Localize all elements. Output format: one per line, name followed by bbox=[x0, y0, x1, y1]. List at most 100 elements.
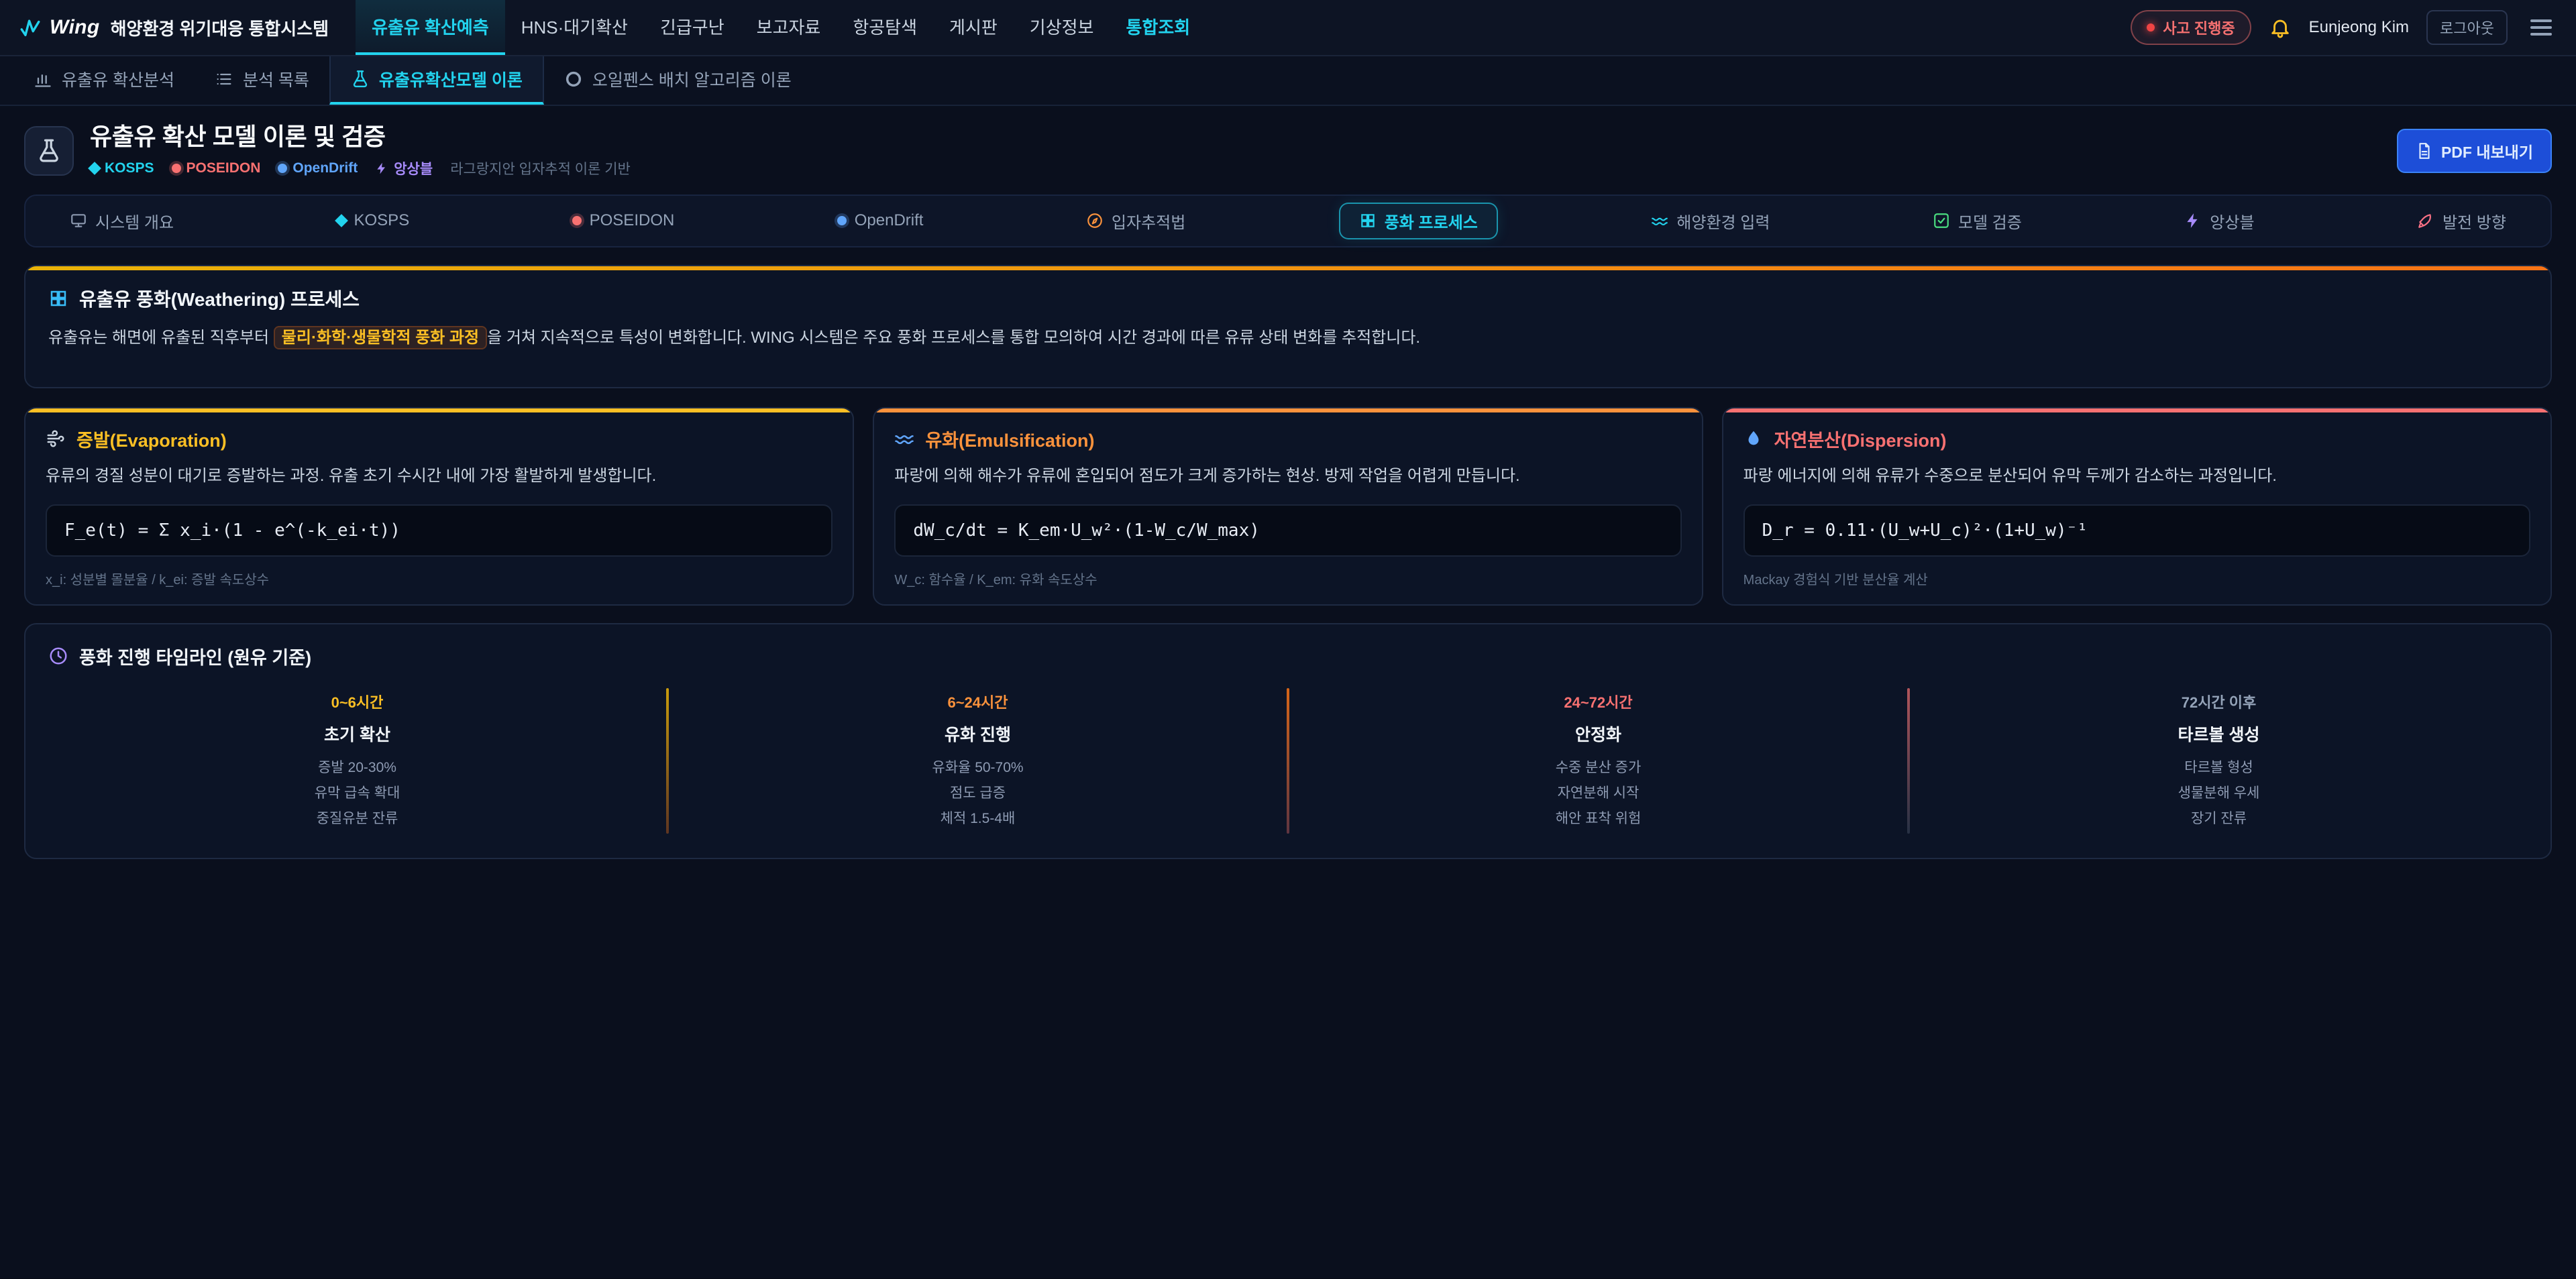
flask-icon bbox=[36, 138, 62, 164]
app-root: Wing 해양환경 위기대응 통합시스템 유출유 확산예측 HNS·대기확산 긴… bbox=[0, 0, 2576, 1278]
badge-opendrift: OpenDrift bbox=[278, 160, 358, 176]
section-tab-system-overview[interactable]: 시스템 개요 bbox=[60, 203, 183, 239]
formula-box: D_r = 0.11·(U_w+U_c)²·(1+U_w)⁻¹ bbox=[1743, 504, 2530, 557]
stage-items: 타르볼 형성 생물분해 우세 장기 잔류 bbox=[1923, 755, 2514, 831]
badge-ensemble: 앙상블 bbox=[375, 158, 433, 178]
dot-icon bbox=[572, 216, 582, 225]
stage-items: 유화율 50-70% 점도 급증 체적 1.5-4배 bbox=[682, 755, 1273, 831]
nav-item-hns-atmospheric[interactable]: HNS·대기확산 bbox=[505, 0, 644, 55]
flask-icon bbox=[351, 70, 370, 89]
stage-name: 타르볼 생성 bbox=[1923, 722, 2514, 746]
grid-icon bbox=[1359, 212, 1377, 229]
weathering-intro-panel: 유출유 풍화(Weathering) 프로세스 유출유는 해면에 유출된 직후부… bbox=[24, 265, 2552, 388]
tab-oil-fence-algorithm-theory[interactable]: 오일펜스 배치 알고리즘 이론 bbox=[544, 56, 812, 105]
main-nav: 유출유 확산예측 HNS·대기확산 긴급구난 보고자료 항공탐색 게시판 기상정… bbox=[356, 0, 1206, 55]
section-tab-weathering-process[interactable]: 풍화 프로세스 bbox=[1339, 203, 1498, 239]
badge-kosps: KOSPS bbox=[90, 160, 154, 176]
pdf-export-button[interactable]: PDF 내보내기 bbox=[2397, 129, 2552, 173]
tab-spill-analysis[interactable]: 유출유 확산분석 bbox=[13, 56, 195, 105]
section-tab-kosps[interactable]: KOSPS bbox=[327, 205, 419, 237]
formula-box: dW_c/dt = K_em·U_w²·(1-W_c/W_max) bbox=[894, 504, 1681, 557]
diamond-icon bbox=[335, 214, 348, 227]
app-logo[interactable]: Wing bbox=[19, 0, 100, 55]
card-dispersion: 자연분산(Dispersion) 파랑 에너지에 의해 유류가 수중으로 분산되… bbox=[1722, 407, 2552, 606]
timeline-title: 풍화 진행 타임라인 (원유 기준) bbox=[48, 643, 2528, 669]
tab-analysis-list[interactable]: 분석 목록 bbox=[195, 56, 329, 105]
section-tab-particle-tracking[interactable]: 입자추적법 bbox=[1077, 203, 1195, 239]
ring-icon bbox=[564, 70, 583, 89]
grid-icon bbox=[48, 288, 68, 309]
section-tab-future-direction[interactable]: 발전 방향 bbox=[2408, 203, 2516, 239]
stage-time: 72시간 이후 bbox=[1923, 691, 2514, 712]
wind-icon bbox=[46, 429, 66, 449]
timeline-stage-initial-spread: 0~6시간 초기 확산 증발 20-30% 유막 급속 확대 중질유분 잔류 bbox=[48, 688, 666, 834]
formula-box: F_e(t) = Σ x_i·(1 - e^(-k_ei·t)) bbox=[46, 504, 833, 557]
page-icon-box bbox=[24, 126, 74, 176]
timeline-stage-tarball: 72시간 이후 타르볼 생성 타르볼 형성 생물분해 우세 장기 잔류 bbox=[1910, 688, 2528, 834]
card-description: 유류의 경질 성분이 대기로 증발하는 과정. 유출 초기 수시간 내에 가장 … bbox=[46, 464, 833, 488]
bolt-icon bbox=[375, 162, 388, 175]
section-tab-model-validation[interactable]: 모델 검증 bbox=[1923, 203, 2031, 239]
stage-name: 안정화 bbox=[1303, 722, 1894, 746]
dot-icon bbox=[172, 164, 181, 173]
nav-item-oil-spill-prediction[interactable]: 유출유 확산예측 bbox=[356, 0, 505, 55]
formula-footnote: Mackay 경험식 기반 분산율 계산 bbox=[1743, 569, 2530, 588]
list-icon bbox=[215, 70, 233, 89]
incident-dot-icon bbox=[2147, 23, 2155, 32]
nav-item-emergency-rescue[interactable]: 긴급구난 bbox=[644, 0, 741, 55]
clock-icon bbox=[48, 646, 68, 666]
notification-bell-button[interactable] bbox=[2269, 16, 2292, 39]
incident-status-badge[interactable]: 사고 진행중 bbox=[2131, 10, 2251, 45]
nav-item-aerial-search[interactable]: 항공탐색 bbox=[837, 0, 933, 55]
tab-label: 분석 목록 bbox=[243, 67, 309, 91]
card-description: 파랑에 의해 해수가 유류에 혼입되어 점도가 크게 증가하는 현상. 방제 작… bbox=[894, 464, 1681, 488]
chart-icon bbox=[34, 70, 52, 89]
tab-diffusion-model-theory[interactable]: 유출유확산모델 이론 bbox=[329, 56, 544, 105]
page-header: 유출유 확산 모델 이론 및 검증 KOSPS POSEIDON OpenDri… bbox=[0, 106, 2576, 192]
compass-icon bbox=[1086, 212, 1104, 229]
card-emulsification: 유화(Emulsification) 파랑에 의해 해수가 유류에 혼입되어 점… bbox=[873, 407, 1703, 606]
document-icon bbox=[2416, 142, 2433, 160]
weathering-timeline-panel: 풍화 진행 타임라인 (원유 기준) 0~6시간 초기 확산 증발 20-30%… bbox=[24, 623, 2552, 859]
tab-label: 유출유확산모델 이론 bbox=[379, 67, 523, 91]
wave-icon bbox=[894, 429, 914, 449]
weathering-panel-title: 유출유 풍화(Weathering) 프로세스 bbox=[48, 285, 2528, 312]
user-name[interactable]: Eunjeong Kim bbox=[2309, 18, 2409, 37]
card-title: 유화(Emulsification) bbox=[894, 426, 1681, 452]
monitor-icon bbox=[70, 212, 87, 229]
section-tabbar: 시스템 개요 KOSPS POSEIDON OpenDrift 입자추적법 풍화… bbox=[24, 194, 2552, 247]
check-square-icon bbox=[1933, 212, 1950, 229]
droplet-icon bbox=[1743, 429, 1764, 449]
page-subtitle: 라그랑지안 입자추적 이론 기반 bbox=[450, 158, 631, 178]
dot-icon bbox=[278, 164, 287, 173]
stage-items: 수중 분산 증가 자연분해 시작 해안 표착 위험 bbox=[1303, 755, 1894, 831]
stage-items: 증발 20-30% 유막 급속 확대 중질유분 잔류 bbox=[62, 755, 653, 831]
nav-item-integrated-search[interactable]: 통합조회 bbox=[1110, 0, 1206, 55]
nav-item-board[interactable]: 게시판 bbox=[933, 0, 1014, 55]
timeline-grid: 0~6시간 초기 확산 증발 20-30% 유막 급속 확대 중질유분 잔류 6… bbox=[48, 688, 2528, 834]
stage-time: 0~6시간 bbox=[62, 691, 653, 712]
diamond-icon bbox=[88, 162, 101, 175]
section-tab-ocean-env-input[interactable]: 해양환경 입력 bbox=[1642, 203, 1779, 239]
page-title: 유출유 확산 모델 이론 및 검증 bbox=[90, 123, 631, 150]
model-badges: KOSPS POSEIDON OpenDrift 앙상블 라그랑지안 입자추 bbox=[90, 158, 631, 178]
rocket-icon bbox=[2417, 212, 2434, 229]
hamburger-menu-icon[interactable] bbox=[2525, 14, 2557, 41]
nav-item-weather-info[interactable]: 기상정보 bbox=[1014, 0, 1110, 55]
logout-button[interactable]: 로그아웃 bbox=[2426, 10, 2508, 45]
card-title: 자연분산(Dispersion) bbox=[1743, 426, 2530, 452]
stage-time: 6~24시간 bbox=[682, 691, 1273, 712]
section-tab-poseidon[interactable]: POSEIDON bbox=[563, 205, 684, 237]
stage-name: 유화 진행 bbox=[682, 722, 1273, 746]
incident-badge-label: 사고 진행중 bbox=[2163, 17, 2235, 38]
stage-name: 초기 확산 bbox=[62, 722, 653, 746]
weathering-highlight: 물리·화학·생물학적 풍화 과정 bbox=[274, 326, 487, 349]
section-tab-opendrift[interactable]: OpenDrift bbox=[828, 205, 933, 237]
nav-item-reports[interactable]: 보고자료 bbox=[741, 0, 837, 55]
timeline-stage-emulsification: 6~24시간 유화 진행 유화율 50-70% 점도 급증 체적 1.5-4배 bbox=[669, 688, 1287, 834]
wing-logo-icon bbox=[19, 16, 42, 39]
timeline-stage-stabilization: 24~72시간 안정화 수중 분산 증가 자연분해 시작 해안 표착 위험 bbox=[1289, 688, 1907, 834]
formula-footnote: x_i: 성분별 몰분율 / k_ei: 증발 속도상수 bbox=[46, 569, 833, 588]
section-tab-ensemble[interactable]: 앙상블 bbox=[2175, 203, 2263, 239]
wave-icon bbox=[1651, 212, 1668, 229]
